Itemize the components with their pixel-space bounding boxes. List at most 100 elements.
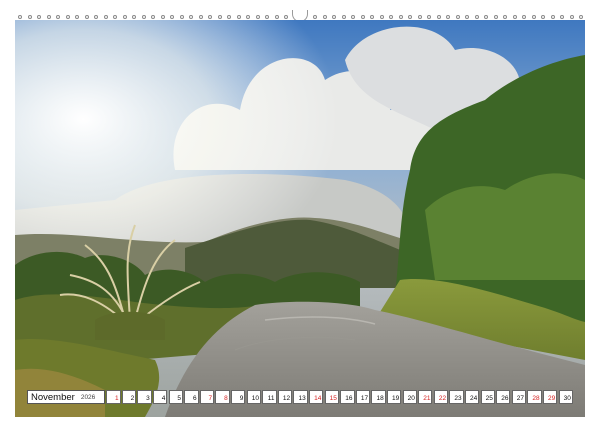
- binding-hole: [94, 15, 99, 19]
- binding-hole: [465, 15, 470, 19]
- binding-hole: [18, 15, 22, 19]
- binding-hole: [341, 15, 346, 19]
- day-cell: 17: [355, 390, 371, 404]
- day-cell: 10: [246, 390, 261, 404]
- month-name: November: [31, 391, 75, 403]
- binding-hole: [455, 15, 460, 19]
- binding-hole: [417, 15, 422, 19]
- binding-hole: [550, 15, 555, 19]
- road-landscape-illustration: [15, 20, 585, 417]
- month-label-box: November 2026: [27, 390, 105, 404]
- day-cell: 11: [262, 390, 277, 404]
- binding-hole: [360, 15, 365, 19]
- binding-hole: [512, 15, 517, 19]
- binding-hole: [493, 15, 498, 19]
- binding-hole: [160, 15, 165, 19]
- day-number: 13: [298, 394, 306, 402]
- binding-hole: [103, 15, 108, 19]
- binding-hole: [75, 15, 80, 19]
- day-number: 14: [314, 394, 322, 402]
- day-number: 7: [208, 394, 213, 402]
- day-number: 9: [239, 394, 244, 402]
- day-number: 12: [282, 394, 291, 402]
- day-number: 10: [251, 394, 259, 402]
- day-number: 23: [454, 394, 462, 402]
- day-number: 21: [423, 394, 431, 402]
- day-cell: 13: [293, 390, 308, 404]
- landscape-photo: [15, 20, 585, 417]
- day-number: 15: [329, 394, 337, 402]
- binding-hole: [113, 15, 118, 19]
- binding-hole: [217, 15, 222, 19]
- day-number: 24: [470, 394, 478, 402]
- binding-hole: [189, 15, 194, 19]
- day-cell: 16: [340, 390, 355, 404]
- day-cell: 19: [386, 390, 402, 404]
- day-cell: 30: [558, 390, 573, 404]
- binding-hole: [255, 15, 260, 19]
- day-number: 18: [376, 394, 384, 402]
- binding-hole: [198, 15, 203, 19]
- day-cell: 6: [184, 390, 199, 404]
- day-cell: 23: [449, 390, 464, 404]
- binding-hole: [141, 15, 146, 19]
- binding-hole: [351, 15, 356, 19]
- day-cell: 5: [168, 390, 183, 404]
- day-cell: 4: [153, 390, 168, 404]
- binding-hole: [370, 15, 375, 19]
- day-cell: 25: [480, 390, 495, 404]
- binding-hole: [503, 15, 508, 19]
- day-number: 16: [345, 394, 353, 402]
- day-cell: 24: [464, 390, 480, 404]
- binding-hole: [56, 15, 61, 19]
- day-number: 26: [501, 394, 509, 402]
- binding-hole: [208, 15, 213, 19]
- binding-hole: [37, 15, 42, 19]
- binding-hole: [65, 15, 70, 19]
- binding-hole: [179, 15, 184, 19]
- day-number: 25: [485, 394, 493, 402]
- binding-hole: [322, 15, 327, 19]
- binding-hole: [446, 15, 451, 19]
- binding-hole: [522, 15, 527, 19]
- binding-hole: [151, 15, 156, 19]
- binding-hole: [122, 15, 127, 19]
- day-number: 6: [192, 394, 197, 402]
- binding-hole: [46, 15, 51, 19]
- day-number: 4: [161, 394, 166, 402]
- day-cell: 20: [402, 390, 417, 404]
- day-cell: 22: [433, 390, 449, 404]
- day-number: 29: [547, 394, 556, 402]
- binding-hole: [170, 15, 175, 19]
- day-number: 27: [516, 394, 525, 402]
- day-cell: 18: [371, 390, 386, 404]
- day-cell: 29: [542, 390, 558, 404]
- binding-hole: [246, 15, 251, 19]
- binding-hole: [474, 15, 479, 19]
- day-cell: 14: [309, 390, 324, 404]
- day-number: 5: [177, 394, 181, 402]
- day-number: 20: [407, 394, 415, 402]
- calendar-grid: November 2026 1 2 3 4 5 6 7 8 9 10 11 12 13 14 15 16 17 1…: [27, 390, 573, 404]
- binding-hole: [274, 15, 279, 19]
- binding-hole: [265, 15, 270, 19]
- day-number: 2: [130, 394, 135, 402]
- binding-hole: [236, 15, 241, 19]
- day-cell: 9: [231, 390, 246, 404]
- binding-hole: [531, 15, 536, 19]
- day-number: 17: [360, 394, 369, 402]
- binding-hole: [579, 15, 584, 19]
- day-number: 30: [563, 394, 571, 402]
- binding-hole: [436, 15, 441, 19]
- day-cell: 28: [527, 390, 542, 404]
- day-cells: 1 2 3 4 5 6 7 8 9 10 11 12 13 14 15 16 17 18 19 20 21 22 23 24 2…: [106, 390, 573, 404]
- binding-hole: [84, 15, 89, 19]
- day-number: 1: [114, 394, 119, 402]
- binding-hole: [27, 15, 32, 19]
- binding-hole: [379, 15, 384, 19]
- day-cell: 2: [121, 390, 137, 404]
- binding-hole: [408, 15, 413, 19]
- binding-hole: [227, 15, 232, 19]
- day-cell: 21: [418, 390, 433, 404]
- day-cell: 3: [137, 390, 152, 404]
